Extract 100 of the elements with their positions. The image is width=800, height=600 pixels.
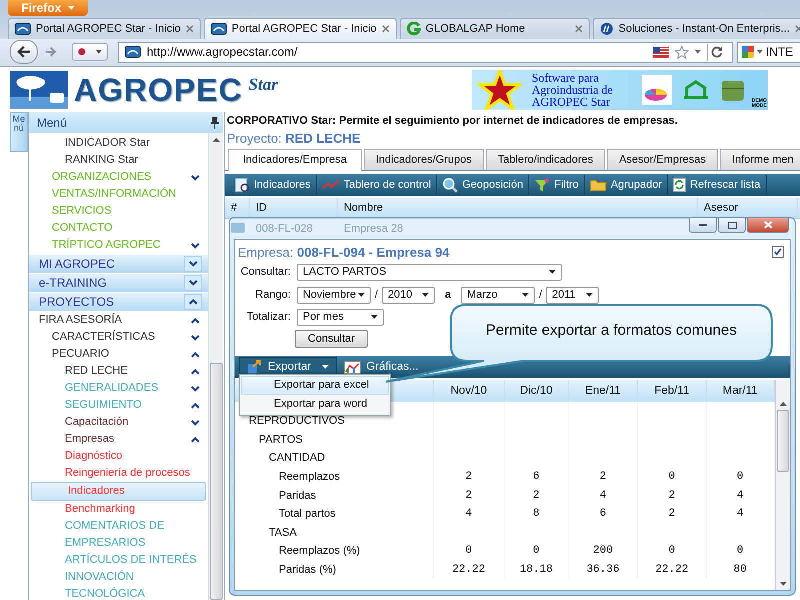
side-tab[interactable]: Menú [10,112,28,152]
dropdown[interactable]: 2010 [382,286,436,304]
expand-icon[interactable] [191,335,200,341]
collapse-icon[interactable] [191,318,200,324]
maximize-icon [728,222,736,228]
star-icon[interactable] [675,46,689,58]
scroll-thumb[interactable] [777,410,789,472]
ring-icon [406,22,421,36]
tab[interactable]: Tablero/indicadores [486,149,606,170]
expand-icon[interactable] [191,243,200,249]
check-icon [774,248,782,256]
toolbar-button[interactable]: Tablero de control [316,175,438,195]
browser-tab[interactable]: GLOBALGAP Home [400,18,590,39]
menu-item[interactable]: Empresas [29,431,208,448]
caret-icon [422,293,430,297]
column-header[interactable]: Ene/11 [568,380,638,402]
caret-icon[interactable] [757,50,763,54]
table-cell: 2 [504,486,568,505]
column-header[interactable]: # [225,198,250,218]
collapse-icon[interactable] [188,299,198,305]
scroll-thumb[interactable] [210,363,222,600]
expand-icon[interactable] [191,175,200,181]
column-header[interactable]: Mar/11 [706,380,774,402]
tab[interactable]: Indicadores/Empresa [228,149,362,171]
browser-tab[interactable]: Portal AGROPEC Star - Inicio [204,18,397,39]
column-header[interactable]: Nov/10 [434,380,504,402]
table-cell: 0 [638,468,706,486]
close-button[interactable] [747,218,789,233]
collapse-icon[interactable] [191,369,200,375]
history-button[interactable] [72,43,108,61]
menu-item[interactable]: Benchmarking [29,501,208,518]
tab[interactable]: Indicadores/Grupos [364,149,484,170]
toolbar-button[interactable]: Refrescar lista [668,175,767,195]
toolbar-button[interactable]: Gráficas... [337,358,426,376]
menu-item[interactable]: FIRA ASESORÍA [29,312,208,329]
tab[interactable]: Informe men [720,149,800,170]
tab[interactable]: Asesor/Empresas [607,149,718,170]
menu-item[interactable]: RED LECHE [29,363,208,380]
menu-item[interactable]: Capacitación [29,414,208,431]
scroll-down-icon[interactable] [780,582,786,586]
toolbar-button[interactable]: Filtro [529,175,585,195]
expand-icon[interactable] [188,280,198,286]
scroll-up-icon[interactable] [212,138,220,142]
minimize-button[interactable] [689,218,717,233]
menu-item[interactable]: Exportar para excel [241,376,389,395]
column-header[interactable]: Feb/11 [638,380,706,402]
consult-button[interactable]: Consultar [295,330,368,348]
menu-item[interactable]: PECUARIO [29,346,208,363]
logo-subtitle: Star [248,74,278,94]
search-field[interactable]: INTE [737,42,800,62]
close-icon[interactable] [574,25,583,33]
toolbar-button[interactable]: Indicadores [230,175,317,195]
menu-item[interactable]: Exportar para word [241,395,389,414]
menu-section[interactable]: MI AGROPEC [29,255,208,273]
expand-icon[interactable] [191,420,200,426]
dropdown[interactable]: Marzo [461,286,536,304]
menu-section[interactable]: e-TRAINING [29,274,208,292]
browser-tab[interactable]: Portal AGROPEC Star - Inicio [8,18,201,39]
menu-item[interactable]: RANKING Star [29,152,208,169]
dropdown[interactable]: 2011 [546,286,600,304]
pie-chart-icon [642,74,672,104]
close-icon[interactable] [186,25,194,33]
address-bar[interactable]: http://www.agropecstar.com/ [118,42,733,62]
scrollbar[interactable] [775,380,790,590]
dropdown[interactable]: Por mes [297,308,384,326]
caret-icon [68,6,74,10]
scroll-up-icon[interactable] [780,402,786,406]
row-label: Paridas [235,486,434,505]
collapse-icon[interactable] [191,437,200,443]
toolbar-button[interactable]: Geoposición [437,175,530,195]
row-label: Total partos [235,504,434,524]
column-header[interactable]: ID [250,198,338,218]
table-cell-text: 008-FL-028 [255,223,314,235]
table-cell: 6 [504,468,568,486]
expand-icon[interactable] [188,261,198,267]
caret-icon[interactable] [695,50,701,54]
caret-icon [586,293,594,297]
dropdown[interactable]: LACTO PARTOS [297,264,562,280]
back-button[interactable] [10,40,38,64]
menu-item[interactable]: Diagnóstico [29,448,208,465]
project-title: Proyecto: RED LECHE [226,131,362,148]
column-header[interactable]: Dic/10 [504,380,568,402]
menu-item[interactable]: INDICADOR Star [29,135,208,152]
menu-section[interactable]: PROYECTOS [29,293,208,311]
reload-icon[interactable] [711,46,723,58]
table-cell: 8 [504,504,568,524]
menu-item[interactable]: CARACTERÍSTICAS [29,329,208,346]
close-icon[interactable] [382,25,390,33]
collapse-icon[interactable] [191,352,200,358]
browser-tab[interactable]: Soluciones - Instant-On Enterpris... [592,18,800,39]
expand-icon[interactable] [191,386,200,392]
toolbar-button[interactable]: Agrupador [584,175,668,195]
pin-icon[interactable] [211,116,219,128]
caret-icon [358,293,365,297]
checkbox[interactable] [772,246,784,258]
scrollbar[interactable] [208,133,223,600]
collapse-icon[interactable] [191,403,200,409]
dropdown[interactable]: Noviembre [297,286,371,304]
maximize-button[interactable] [718,218,746,233]
menu-item[interactable]: Reingeniería de procesos [29,465,208,482]
